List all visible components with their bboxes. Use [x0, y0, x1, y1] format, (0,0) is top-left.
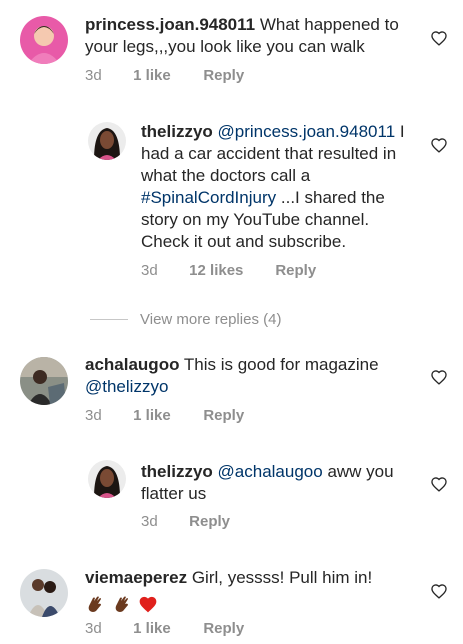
- divider-line: [90, 318, 128, 320]
- comment-text: viemaeperez Girl, yessss! Pull him in!: [85, 567, 415, 612]
- username[interactable]: viemaeperez: [85, 568, 187, 587]
- timestamp: 3d: [85, 67, 102, 84]
- comment-meta: 3d 1 like Reply: [85, 407, 244, 424]
- reply-button[interactable]: Reply: [275, 262, 316, 279]
- heart-icon[interactable]: [430, 369, 448, 385]
- comment-body: This is good for magazine: [183, 355, 379, 374]
- view-more-replies[interactable]: View more replies (4): [90, 309, 281, 329]
- heart-icon[interactable]: [430, 583, 448, 599]
- likes-count[interactable]: 1 like: [133, 407, 199, 424]
- heart-icon[interactable]: [430, 476, 448, 492]
- comment-achalaugoo: achalaugoo This is good for magazine @th…: [0, 345, 463, 445]
- timestamp: 3d: [141, 262, 158, 279]
- avatar[interactable]: [20, 569, 68, 617]
- comment-meta: 3d 1 like Reply: [85, 67, 244, 84]
- emoji-row: [85, 592, 415, 612]
- mention-link[interactable]: @achalaugoo: [218, 462, 323, 481]
- likes-count[interactable]: 1 like: [133, 620, 199, 637]
- timestamp: 3d: [85, 407, 102, 424]
- reply-thelizzyo-1: thelizzyo @princess.joan.948011 I had a …: [0, 110, 463, 290]
- avatar[interactable]: [88, 122, 126, 160]
- avatar[interactable]: [88, 460, 126, 498]
- likes-count[interactable]: 12 likes: [189, 262, 271, 279]
- avatar[interactable]: [20, 357, 68, 405]
- clapping-hands-icon: [115, 596, 128, 612]
- username[interactable]: thelizzyo: [141, 462, 213, 481]
- reply-button[interactable]: Reply: [203, 67, 244, 84]
- mention-link[interactable]: @thelizzyo: [85, 377, 168, 396]
- comment-text: thelizzyo @achalaugoo aww you flatter us: [141, 461, 421, 505]
- likes-count[interactable]: 1 like: [133, 67, 199, 84]
- comment-meta: 3d Reply: [141, 513, 230, 530]
- view-more-replies-label[interactable]: View more replies (4): [140, 311, 281, 328]
- comment-princess-joan: princess.joan.948011 What happened to yo…: [0, 0, 463, 100]
- reply-button[interactable]: Reply: [203, 620, 244, 637]
- username[interactable]: princess.joan.948011: [85, 15, 255, 34]
- heart-icon[interactable]: [430, 30, 448, 46]
- hashtag-link[interactable]: #SpinalCordInjury: [141, 188, 276, 207]
- heart-icon[interactable]: [430, 137, 448, 153]
- red-heart-icon: [140, 596, 157, 612]
- comment-meta: 3d 1 like Reply: [85, 620, 244, 637]
- clapping-hands-icon: [88, 596, 101, 612]
- reply-button[interactable]: Reply: [189, 513, 230, 530]
- comment-meta: 3d 12 likes Reply: [141, 262, 316, 279]
- avatar[interactable]: [20, 16, 68, 64]
- comment-viemaeperez: viemaeperez Girl, yessss! Pull him in! 3…: [0, 555, 463, 644]
- username[interactable]: achalaugoo: [85, 355, 179, 374]
- comment-body: Girl, yessss! Pull him in!: [191, 568, 373, 587]
- comment-text: princess.joan.948011 What happened to yo…: [85, 14, 415, 58]
- timestamp: 3d: [85, 620, 102, 637]
- comments-thread: princess.joan.948011 What happened to yo…: [0, 0, 463, 644]
- comment-text: thelizzyo @princess.joan.948011 I had a …: [141, 121, 421, 253]
- reply-thelizzyo-2: thelizzyo @achalaugoo aww you flatter us…: [0, 450, 463, 545]
- comment-text: achalaugoo This is good for magazine @th…: [85, 354, 415, 398]
- username[interactable]: thelizzyo: [141, 122, 213, 141]
- reply-button[interactable]: Reply: [203, 407, 244, 424]
- timestamp: 3d: [141, 513, 158, 530]
- mention-link[interactable]: @princess.joan.948011: [218, 122, 396, 141]
